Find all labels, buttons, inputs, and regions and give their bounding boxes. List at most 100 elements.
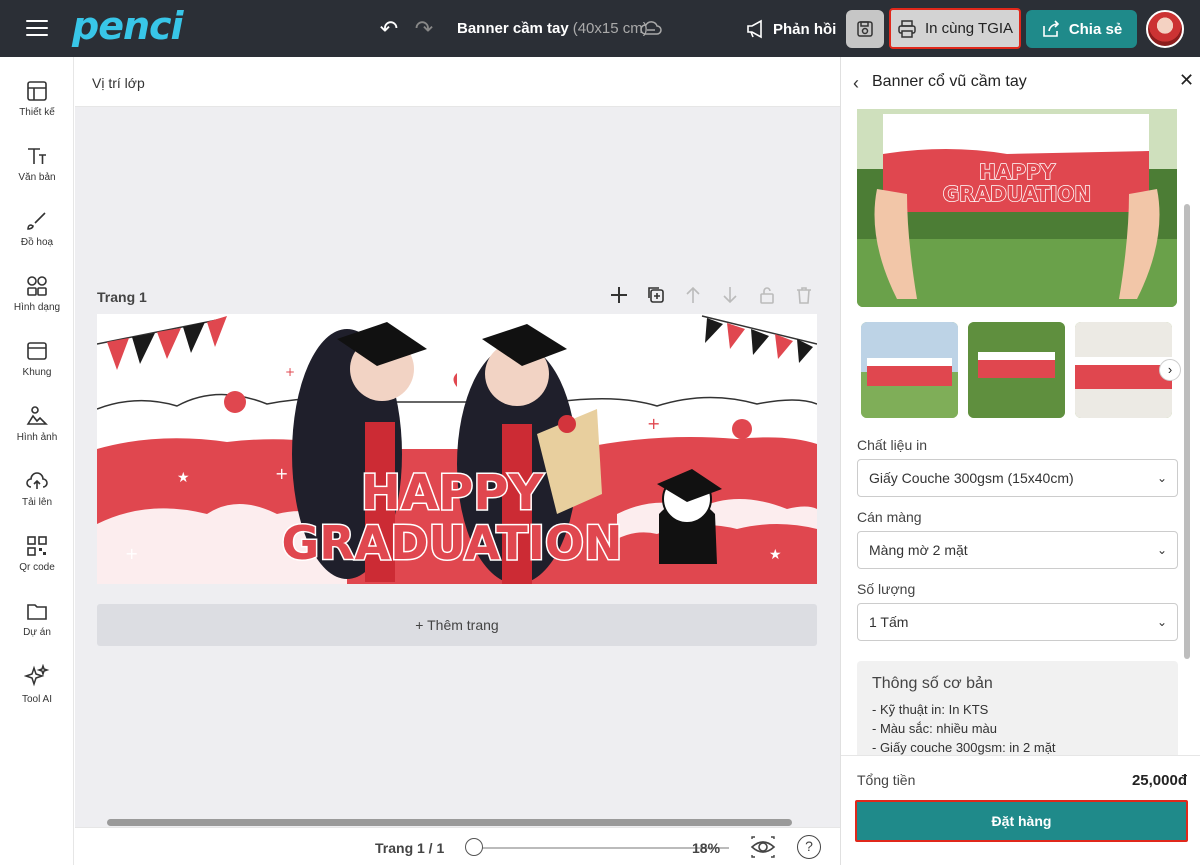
total-price: 25,000đ [1131,772,1187,789]
document-title[interactable]: Banner cầm tay (40x15 cm) [457,20,648,37]
mascot-graphic [657,469,722,564]
vertical-scrollbar[interactable] [1184,204,1190,659]
svg-text:+: + [647,414,660,433]
product-preview-image: HAPPY GRADUATION [857,109,1177,307]
order-button[interactable]: Đặt hàng [855,800,1188,842]
add-page-button[interactable]: + Thêm trang [97,604,817,646]
share-icon [1043,20,1059,37]
horizontal-scrollbar[interactable] [107,819,792,826]
print-button[interactable]: In cùng TGIA [889,8,1021,49]
sidebar-item-label: Dự án [23,627,51,638]
page-toolbar [609,285,814,305]
shapes-icon [27,276,47,296]
zoom-slider[interactable] [467,847,729,849]
top-bar: penci ↶ ↷ Banner cầm tay (40x15 cm) Phản … [0,0,1200,57]
quantity-select[interactable]: 1 Tấm ⌄ [857,603,1178,641]
svg-text:★: ★ [177,470,190,486]
sidebar-item-label: Thiết kế [19,107,55,118]
design-banner[interactable]: ★ ★ + + + + HAPPY GRADUATION [97,314,817,584]
chevron-down-icon: ⌄ [1156,615,1167,629]
cloud-sync-icon [640,21,662,35]
add-icon[interactable] [609,285,629,305]
share-button[interactable]: Chia sẻ [1026,10,1137,48]
spec-line: - Kỹ thuật in: In KTS [872,702,989,717]
lamination-select[interactable]: Màng mờ 2 mặt ⌄ [857,531,1178,569]
back-icon[interactable]: ‹ [853,73,859,94]
sparkle-icon [24,664,50,687]
zoom-level[interactable]: 18% [692,840,720,856]
print-label: In cùng TGIA [924,20,1014,37]
quantity-value: 1 Tấm [869,614,909,630]
sidebar-item-graphics[interactable]: Đồ hoạ [0,209,74,248]
thumbnail[interactable] [968,322,1065,418]
bottom-bar: Trang 1 / 1 18% ? [75,827,840,865]
save-button[interactable] [846,10,884,48]
material-select[interactable]: Giấy Couche 300gsm (15x40cm) ⌄ [857,459,1178,497]
panel-footer: Tổng tiền 25,000đ Đặt hàng [841,755,1200,865]
sidebar-item-label: Tải lên [21,497,52,508]
chevron-right-icon[interactable]: › [1159,359,1181,381]
menu-icon[interactable] [26,20,48,36]
sidebar-item-ai[interactable]: Tool AI [0,664,74,705]
printer-icon [898,19,916,38]
share-label: Chia sẻ [1068,20,1123,38]
svg-text:+: + [125,544,138,563]
product-panel: ‹ Banner cổ vũ cầm tay ✕ HAPPY GRADUATIO… [840,57,1200,865]
megaphone-icon [747,19,762,39]
upload-icon [26,472,48,489]
thumbnail[interactable] [861,322,958,418]
move-down-icon[interactable] [720,285,740,305]
total-label: Tổng tiền [857,772,916,788]
sidebar-item-label: Tool AI [21,694,53,705]
duplicate-icon[interactable] [646,285,666,305]
preview-eye-icon[interactable] [750,836,776,858]
frame-icon [27,342,47,360]
sidebar-item-upload[interactable]: Tải lên [0,469,74,508]
thumbnail[interactable] [1075,322,1172,418]
sidebar-item-text[interactable]: Văn bản [0,144,74,183]
document-name: Banner cầm tay [457,20,569,37]
undo-icon[interactable]: ↶ [377,17,401,41]
feedback-label: Phản hồi [773,20,837,38]
chevron-down-icon: ⌄ [1156,471,1167,485]
save-icon [857,21,873,37]
banner-text-happy: HAPPY [361,465,545,521]
sidebar-item-projects[interactable]: Dự án [0,599,74,638]
close-icon[interactable]: ✕ [1179,70,1194,91]
redo-icon[interactable]: ↷ [412,17,436,41]
sidebar-item-frame[interactable]: Khung [0,339,74,378]
sidebar-item-qr[interactable]: Qr code [0,534,74,573]
lamination-label: Cán màng [857,509,922,525]
logo[interactable]: penci [72,4,184,48]
sidebar-item-label: Đồ hoạ [20,237,54,248]
material-label: Chất liệu in [857,437,928,453]
preview-text-happy: HAPPY [979,160,1056,184]
zoom-slider-handle[interactable] [465,838,483,856]
quantity-label: Số lượng [857,581,916,597]
banner-artwork: ★ ★ + + + + HAPPY GRADUATION [97,314,817,584]
spec-title: Thông số cơ bản [872,675,993,692]
preview-text-graduation: GRADUATION [943,182,1091,206]
help-icon[interactable]: ? [797,835,821,859]
chevron-down-icon: ⌄ [1156,543,1167,557]
avatar[interactable] [1146,10,1184,48]
lock-icon[interactable] [757,285,777,305]
thumbnail-list [861,322,1172,418]
sidebar-item-design[interactable]: Thiết kế [0,79,74,118]
image-icon [26,406,48,425]
layer-position-button[interactable]: Vị trí lớp [92,75,145,91]
spec-line: - Màu sắc: nhiều màu [872,721,998,736]
brush-icon [27,212,46,230]
page-indicator[interactable]: Trang 1 / 1 [375,840,444,856]
feedback-button[interactable]: Phản hồi [745,17,836,41]
document-size: (40x15 cm) [572,20,648,37]
trash-icon[interactable] [794,285,814,305]
sidebar-item-shapes[interactable]: Hình dạng [0,274,74,313]
banner-text-graduation: GRADUATION [281,516,622,570]
move-up-icon[interactable] [683,285,703,305]
sidebar-item-image[interactable]: Hình ảnh [0,404,74,443]
lamination-value: Màng mờ 2 mặt [869,542,968,558]
sidebar-item-label: Hình ảnh [16,432,58,443]
layer-bar: Vị trí lớp [75,57,840,107]
svg-text:+: + [285,365,295,379]
